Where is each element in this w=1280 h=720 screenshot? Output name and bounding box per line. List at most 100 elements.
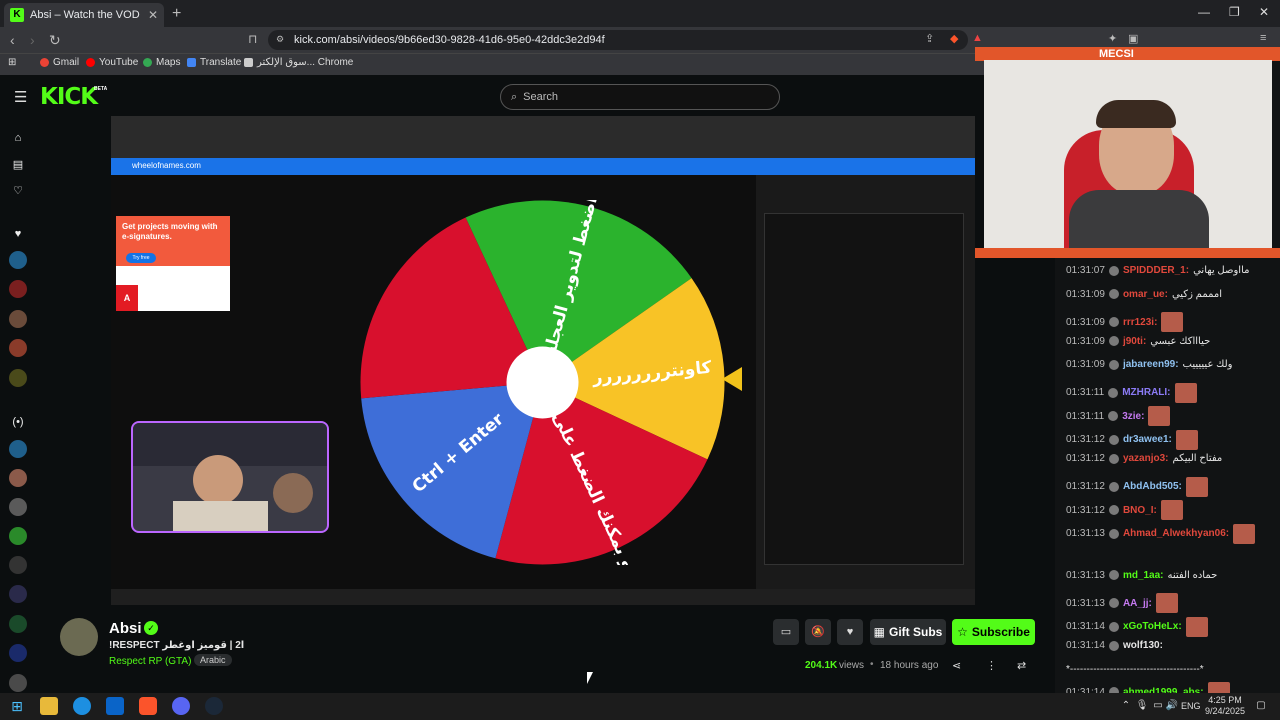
chat-username[interactable]: 3zie: bbox=[1122, 411, 1144, 422]
chat-message[interactable]: 01:31:07 SPIDDDER_1: مااوصل يهاني bbox=[1066, 265, 1250, 276]
chat-message[interactable]: 01:31:09 rrr123i: bbox=[1066, 312, 1184, 332]
channel-avatar-6[interactable] bbox=[9, 440, 27, 458]
brave-shield-icon[interactable]: ◆ bbox=[950, 32, 958, 45]
channel-avatar-1[interactable] bbox=[9, 251, 27, 269]
channel-avatar-5[interactable] bbox=[9, 369, 27, 387]
chat-message[interactable]: 01:31:12 yazanjo3: مفتاح البيكم bbox=[1066, 453, 1222, 464]
subscribe-button[interactable]: ☆ Subscribe bbox=[952, 619, 1035, 645]
chat-message[interactable]: 01:31:12 BNO_I: bbox=[1066, 500, 1183, 520]
chat-username[interactable]: MZHRALI: bbox=[1122, 387, 1170, 398]
chat-message[interactable]: *---------------------------------------… bbox=[1066, 664, 1204, 675]
close-window-button[interactable]: ✕ bbox=[1259, 5, 1269, 19]
chat-message[interactable]: 01:31:11 3zie: bbox=[1066, 406, 1171, 426]
chat-message[interactable]: 01:31:12 AbdAbd505: bbox=[1066, 476, 1208, 497]
wheel-center[interactable] bbox=[506, 346, 579, 419]
taskbar-clock[interactable]: 4:25 PM 9/24/2025 bbox=[1205, 695, 1245, 717]
bookmark-maps[interactable]: Maps bbox=[143, 57, 180, 68]
channel-avatar-10[interactable] bbox=[9, 556, 27, 574]
clip-button[interactable]: ▭ bbox=[773, 619, 799, 645]
restore-button[interactable]: ❐ bbox=[1229, 5, 1240, 19]
bookmark-chrome-store[interactable]: سوق الإلكتر... Chrome bbox=[244, 57, 353, 68]
chat-username[interactable]: jabareen99: bbox=[1123, 359, 1179, 370]
windows-start-icon[interactable]: ⊞ bbox=[8, 697, 26, 715]
chat-message[interactable]: 01:31:11 MZHRALI: bbox=[1066, 382, 1197, 403]
site-info-icon[interactable]: ⚙ bbox=[276, 34, 284, 45]
chat-username[interactable]: AA_jj: bbox=[1123, 598, 1152, 609]
chat-username[interactable]: AbdAbd505: bbox=[1123, 481, 1182, 492]
chat-username[interactable]: rrr123i: bbox=[1123, 317, 1157, 328]
chat-message[interactable]: 01:31:13 md_1aa: حماده الفتنه bbox=[1066, 570, 1217, 581]
hide-chat-icon[interactable]: ⇄ bbox=[1017, 659, 1026, 672]
chat-username[interactable]: md_1aa: bbox=[1123, 570, 1164, 581]
chat-username[interactable]: omar_ue: bbox=[1123, 289, 1168, 300]
chat-message[interactable]: 01:31:09 omar_ue: امممم زكيي bbox=[1066, 289, 1222, 300]
extensions-icon[interactable]: ✦ bbox=[1108, 32, 1117, 45]
chat-message[interactable]: 01:31:09 jabareen99: ولك عيييييب bbox=[1066, 359, 1233, 370]
hamburger-menu-icon[interactable]: ☰ bbox=[14, 88, 27, 106]
more-options-icon[interactable]: ⋮ bbox=[986, 659, 997, 672]
bookmark-youtube[interactable]: YouTube bbox=[86, 57, 138, 68]
chat-username[interactable]: wolf130: bbox=[1123, 640, 1163, 651]
channel-avatar-13[interactable] bbox=[9, 644, 27, 662]
kick-logo[interactable]: KICK bbox=[40, 84, 98, 110]
search-input[interactable]: ⌕ Search bbox=[500, 84, 780, 110]
new-tab-button[interactable]: + bbox=[172, 5, 181, 23]
channel-avatar-11[interactable] bbox=[9, 585, 27, 603]
follow-button[interactable]: ♥ bbox=[837, 619, 863, 645]
home-icon[interactable]: ⌂ bbox=[9, 129, 27, 147]
channel-avatar-3[interactable] bbox=[9, 310, 27, 328]
close-tab-icon[interactable]: ✕ bbox=[148, 8, 158, 22]
streamer-name[interactable]: Absi bbox=[109, 620, 142, 637]
chat-username[interactable]: Ahmad_Alwekhyan06: bbox=[1123, 528, 1229, 539]
channel-avatar-12[interactable] bbox=[9, 615, 27, 633]
chat-message[interactable]: 01:31:14 wolf130: bbox=[1066, 640, 1163, 651]
bookmark-icon[interactable]: ⊓ bbox=[248, 32, 257, 46]
chat-message[interactable]: 01:31:14 xGoToHeLx: bbox=[1066, 616, 1208, 637]
channel-avatar-9[interactable] bbox=[9, 527, 27, 545]
following-icon[interactable]: ♡ bbox=[9, 182, 27, 200]
gift-subs-button[interactable]: ▦ Gift Subs bbox=[870, 619, 946, 645]
channel-avatar-14[interactable] bbox=[9, 674, 27, 692]
discord-icon[interactable] bbox=[172, 697, 190, 715]
notifications-off-button[interactable]: 🔕 bbox=[805, 619, 831, 645]
chat-username[interactable]: BNO_I: bbox=[1123, 505, 1157, 516]
language-indicator[interactable]: ENG bbox=[1181, 701, 1201, 711]
chat-username[interactable]: SPIDDDER_1: bbox=[1123, 265, 1189, 276]
wallet-icon[interactable]: ▣ bbox=[1128, 32, 1138, 45]
file-explorer-icon[interactable] bbox=[40, 697, 58, 715]
favorites-icon[interactable]: ♥ bbox=[9, 225, 27, 243]
chat-username[interactable]: dr3awee1: bbox=[1123, 434, 1172, 445]
apps-grid-icon[interactable]: ⊞ bbox=[8, 57, 16, 68]
reload-icon[interactable]: ↻ bbox=[49, 32, 61, 49]
live-icon[interactable]: (•) bbox=[9, 413, 27, 431]
menu-icon[interactable]: ≡ bbox=[1260, 32, 1266, 44]
chat-message[interactable]: 01:31:09 j90ti: حياااكك عبسي bbox=[1066, 336, 1210, 347]
browser-tab[interactable]: K Absi – Watch the VOD on Kick ✕ bbox=[4, 3, 164, 27]
chat-username[interactable]: yazanjo3: bbox=[1123, 453, 1169, 464]
chat-message[interactable]: 01:31:13 AA_jj: bbox=[1066, 593, 1178, 613]
language-tag[interactable]: Arabic bbox=[194, 654, 232, 666]
notification-icon[interactable]: ▢ bbox=[1252, 697, 1270, 715]
url-bar[interactable]: kick.com/absi/videos/9b66ed30-9828-41d6-… bbox=[268, 30, 968, 50]
share-video-icon[interactable]: ⋖ bbox=[952, 659, 961, 672]
browse-icon[interactable]: ▤ bbox=[9, 156, 27, 174]
minimize-button[interactable]: — bbox=[1198, 5, 1210, 19]
bookmark-gmail[interactable]: Gmail bbox=[40, 57, 79, 68]
back-icon[interactable]: ‹ bbox=[10, 32, 15, 48]
chat-username[interactable]: xGoToHeLx: bbox=[1123, 621, 1182, 632]
chat-message[interactable]: 01:31:12 dr3awee1: bbox=[1066, 429, 1198, 450]
volume-icon[interactable]: 🔊 bbox=[1163, 697, 1181, 715]
bookmark-translate[interactable]: Translate bbox=[187, 57, 241, 68]
brave-icon[interactable] bbox=[139, 697, 157, 715]
share-icon[interactable]: ⇪ bbox=[925, 32, 934, 45]
forward-icon[interactable]: › bbox=[30, 32, 35, 48]
chat-username[interactable]: j90ti: bbox=[1123, 336, 1146, 347]
channel-avatar-2[interactable] bbox=[9, 280, 27, 298]
chat-message[interactable]: 01:31:13 Ahmad_Alwekhyan06: bbox=[1066, 523, 1256, 544]
category-link[interactable]: Respect RP (GTA) bbox=[109, 656, 191, 667]
edge-icon[interactable] bbox=[73, 697, 91, 715]
channel-avatar-4[interactable] bbox=[9, 339, 27, 357]
channel-avatar-7[interactable] bbox=[9, 469, 27, 487]
channel-avatar[interactable] bbox=[60, 618, 98, 656]
store-icon[interactable] bbox=[106, 697, 124, 715]
